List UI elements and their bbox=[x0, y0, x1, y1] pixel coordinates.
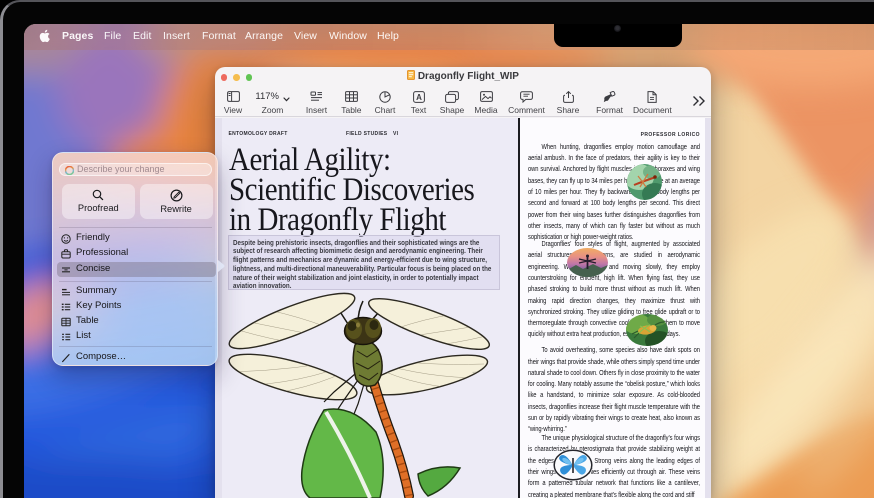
svg-text:A: A bbox=[416, 93, 422, 102]
